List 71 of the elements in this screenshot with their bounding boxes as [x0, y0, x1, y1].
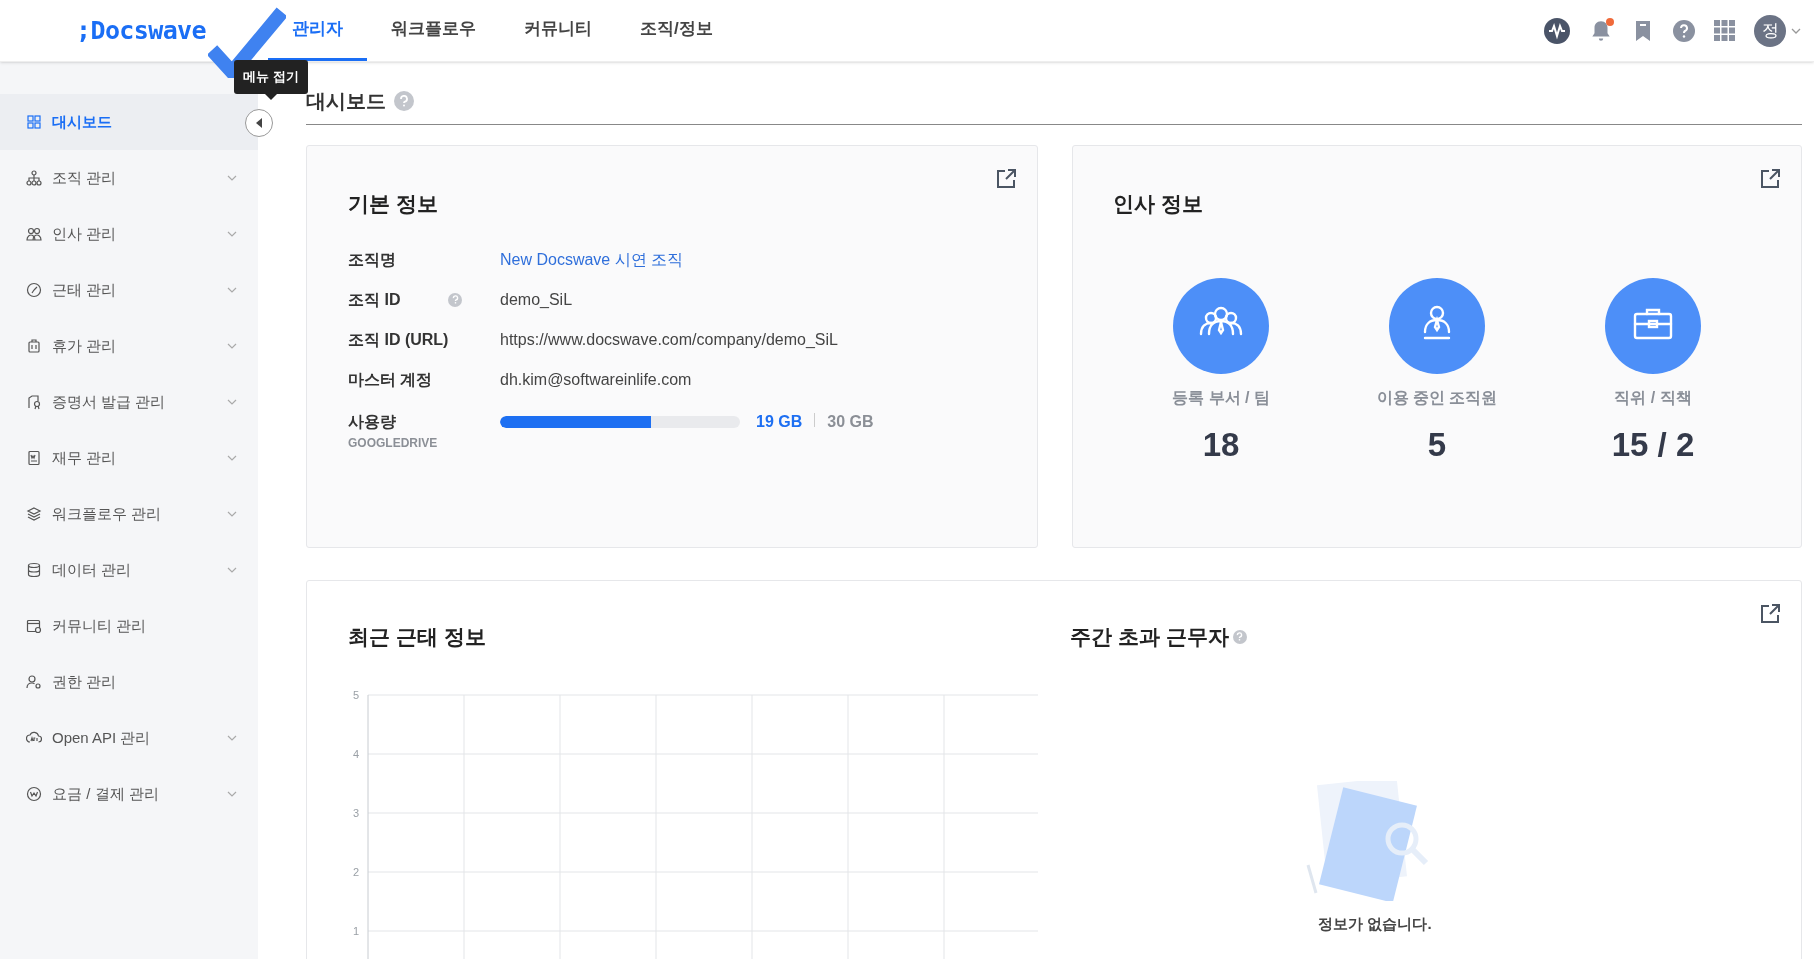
field-value: demo_SiL: [500, 289, 573, 310]
nav-tab[interactable]: 조직/정보: [616, 0, 737, 61]
sidebar-item[interactable]: 증명서 발급 관리: [0, 374, 258, 430]
user-avatar[interactable]: 정: [1754, 14, 1786, 47]
user-gear-icon: [26, 674, 42, 690]
sidebar-item[interactable]: 요금 / 결제 관리: [0, 766, 258, 822]
storage-label: GOOGLEDRIVE: [348, 434, 439, 452]
external-link-icon[interactable]: [1759, 603, 1781, 625]
document-icon: [26, 394, 42, 410]
apps-grid-icon[interactable]: [1714, 19, 1736, 42]
nav-tab[interactable]: 워크플로우: [367, 0, 500, 61]
grid-icon: [26, 114, 42, 130]
field-value: dh.kim@softwareinlife.com: [500, 369, 692, 390]
window-icon: [26, 618, 42, 634]
help-icon[interactable]: [448, 292, 462, 307]
sidebar-item[interactable]: 근태 관리: [0, 262, 258, 318]
stat-label: 직위 / 직책: [1614, 387, 1692, 408]
sidebar-item[interactable]: 워크플로우 관리: [0, 486, 258, 542]
external-link-icon[interactable]: [995, 168, 1017, 190]
coin-icon: [26, 786, 42, 802]
sidebar-item[interactable]: 인사 관리: [0, 206, 258, 262]
field-label: 조직명: [348, 249, 397, 270]
card-title: 기본 정보: [348, 191, 439, 217]
stat-value: 18: [1202, 424, 1240, 465]
field-label: 마스터 계정: [348, 369, 434, 390]
sidebar-item[interactable]: 데이터 관리: [0, 542, 258, 598]
luggage-icon: [26, 338, 42, 354]
axis-label: 3: [352, 806, 360, 819]
axis-label: 2: [352, 865, 360, 878]
stat-label: 등록 부서 / 팀: [1172, 387, 1270, 408]
organization-link[interactable]: New Docswave 시연 조직: [500, 247, 684, 272]
people-icon: [26, 226, 42, 242]
receipt-icon: [26, 450, 42, 466]
sidebar-item[interactable]: Open API 관리: [0, 710, 258, 766]
card-title: 인사 정보: [1113, 191, 1204, 217]
layers-icon: [26, 506, 42, 522]
axis-label: 4: [352, 747, 360, 760]
sidebar-item[interactable]: 휴가 관리: [0, 318, 258, 374]
empty-message: 정보가 없습니다.: [1318, 913, 1432, 934]
sidebar-item[interactable]: 커뮤니티 관리: [0, 598, 258, 654]
sidebar-item[interactable]: 대시보드: [0, 94, 258, 150]
tooltip-arrow: [264, 93, 277, 100]
caret-left-icon: [255, 118, 263, 128]
used-amount: 19 GB: [756, 411, 803, 432]
total-amount: 30 GB: [827, 411, 874, 432]
stat-value: 15 / 2: [1611, 424, 1695, 465]
cloud-icon: [26, 730, 42, 746]
stat-label: 이용 중인 조직원: [1376, 387, 1498, 408]
sidebar-item[interactable]: 조직 관리: [0, 150, 258, 206]
stat-value: 5: [1427, 424, 1447, 465]
database-icon: [26, 562, 42, 578]
axis-label: 1: [352, 924, 360, 937]
tooltip: 메뉴 접기: [234, 60, 308, 94]
sidebar-item[interactable]: 권한 관리: [0, 654, 258, 710]
org-chart-icon: [26, 170, 42, 186]
page-title: 대시보드: [306, 89, 386, 114]
help-icon[interactable]: [394, 91, 414, 111]
field-label: 조직 ID: [348, 289, 402, 310]
external-link-icon[interactable]: [1759, 168, 1781, 190]
sidebar-item[interactable]: 재무 관리: [0, 430, 258, 486]
help-icon[interactable]: [1672, 18, 1696, 43]
field-value: https://www.docswave.com/company/demo_SiL: [500, 329, 838, 350]
axis-label: 5: [352, 688, 360, 701]
help-icon[interactable]: [1232, 629, 1247, 644]
field-label: 사용량: [348, 411, 397, 432]
card-title: 최근 근태 정보: [348, 624, 487, 650]
field-label: 조직 ID (URL): [348, 329, 448, 350]
nav-tab[interactable]: 커뮤니티: [500, 0, 616, 61]
logo[interactable]: ;Docswave: [76, 11, 206, 50]
card-title: 주간 초과 근무자: [1070, 624, 1229, 650]
wave-logo-icon[interactable]: [1544, 17, 1570, 44]
